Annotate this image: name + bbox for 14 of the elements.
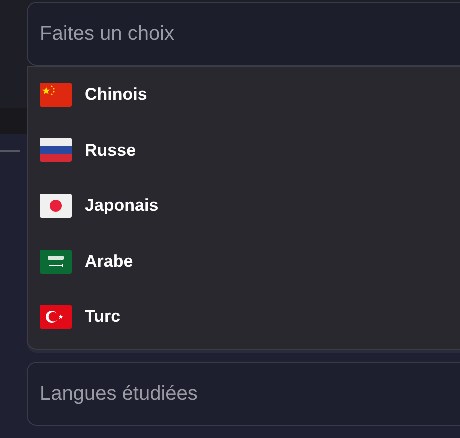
language-option[interactable]: Arabe — [28, 234, 460, 290]
flag-icon — [40, 305, 72, 330]
languages-field[interactable]: Langues étudiées — [27, 362, 460, 426]
language-option[interactable]: Chinois — [28, 67, 460, 123]
flag-icon — [40, 194, 72, 218]
flag-icon — [40, 82, 72, 107]
language-option[interactable]: Turc — [28, 289, 460, 345]
language-option[interactable]: Russe — [28, 122, 460, 178]
language-option[interactable]: Japonais — [28, 178, 460, 234]
flag-icon — [40, 250, 72, 274]
select-field[interactable]: Faites un choix — [27, 2, 460, 66]
flag-icon — [40, 138, 72, 162]
placeholder-text: Faites un choix — [40, 22, 175, 47]
placeholder-text: Langues étudiées — [40, 382, 198, 407]
